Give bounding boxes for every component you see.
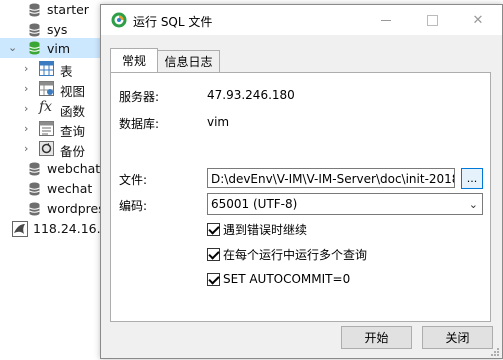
tree-item-backups[interactable]: › 备份 [0,139,110,159]
option-label: 遇到错误时继续 [223,222,308,237]
tree-item-connection[interactable]: 118.24.16.52 [0,219,117,239]
database-value: vim [207,115,230,129]
tree-item-wechat[interactable]: wechat [0,179,110,199]
tree-item-label: wechat [47,181,93,196]
backup-icon [39,141,54,156]
tree-item-label: 查询 [60,124,86,139]
chevron-right-icon[interactable]: › [24,102,28,115]
tree-item-tables[interactable]: › 表 [0,59,110,79]
dialog-body: 常规 信息日志 服务器: 47.93.246.180 数据库: vim 文件: … [101,35,502,358]
navigator-tree: starter sys ⌄ vim › 表 › 视图 › fx 函数 › 查询 … [0,0,117,359]
tree-item-label: starter [47,2,89,17]
start-button[interactable]: 开始 [341,326,412,349]
tree-item-functions[interactable]: › fx 函数 [0,99,110,119]
resize-grip-icon[interactable] [490,346,500,356]
database-icon [29,23,40,37]
checkbox-checked[interactable] [207,247,220,261]
tree-item-label: 表 [60,64,73,79]
tree-item-views[interactable]: › 视图 [0,79,110,99]
server-value: 47.93.246.180 [207,88,295,102]
tree-item-vim[interactable]: ⌄ vim [0,38,110,58]
database-icon [29,3,40,17]
chevron-right-icon[interactable]: › [24,82,28,95]
view-icon [39,81,54,96]
chevron-right-icon[interactable]: › [24,122,28,135]
function-icon: fx [39,99,53,115]
tab-info-log[interactable]: 信息日志 [157,50,220,72]
tree-item-label: 函数 [60,104,86,119]
database-label: 数据库: [119,117,160,131]
tree-item-starter[interactable]: starter [0,0,110,20]
mysql-connection-icon [12,221,28,237]
checkbox-checked[interactable] [207,272,220,286]
option-continue-on-error[interactable]: 遇到错误时继续 [207,221,307,237]
table-icon [39,61,54,76]
option-label: SET AUTOCOMMIT=0 [223,272,351,286]
run-sql-file-dialog: 运行 SQL 文件 ✕ 常规 信息日志 服务器: 47.93.246.180 数… [100,4,503,359]
chevron-down-icon: ⌄ [468,198,478,211]
query-icon [39,121,54,136]
tab-general[interactable]: 常规 [110,48,158,72]
option-multiple-queries[interactable]: 在每个运行中运行多个查询 [207,246,367,262]
encoding-label: 编码: [119,199,148,213]
minimize-icon [381,19,391,21]
file-label: 文件: [119,173,148,187]
option-autocommit[interactable]: SET AUTOCOMMIT=0 [207,271,350,287]
tree-item-wordpress[interactable]: wordpress [0,199,111,219]
tree-item-queries[interactable]: › 查询 [0,119,110,139]
general-panel: 服务器: 47.93.246.180 数据库: vim 文件: D:\devEn… [110,72,491,322]
maximize-icon [426,14,438,26]
chevron-right-icon[interactable]: › [24,62,28,75]
option-label: 在每个运行中运行多个查询 [223,247,368,262]
database-icon [29,182,40,196]
tree-item-label: sys [47,22,68,37]
navicat-app-icon [111,12,127,28]
encoding-select[interactable]: 65001 (UTF-8) ⌄ [207,193,483,215]
checkbox-checked[interactable] [207,222,220,236]
file-path-field[interactable]: D:\devEnv\V-IM\V-IM-Server\doc\init-2018 [207,168,455,188]
maximize-button[interactable] [409,5,455,35]
encoding-selected-value: 65001 (UTF-8) [211,197,298,211]
browse-button[interactable]: ... [461,168,483,189]
tree-item-label: 视图 [60,84,86,99]
chevron-right-icon[interactable]: › [24,142,28,155]
database-open-icon [29,41,40,55]
tree-item-sys[interactable]: sys [0,20,110,40]
dialog-titlebar[interactable]: 运行 SQL 文件 ✕ [101,5,502,35]
minimize-button[interactable] [363,5,409,35]
close-button[interactable]: 关闭 [422,326,493,349]
server-label: 服务器: [119,90,160,104]
tree-item-label: vim [47,41,71,56]
chevron-down-icon[interactable]: ⌄ [8,41,17,54]
close-window-button[interactable]: ✕ [455,5,501,35]
tree-item-label: webchat [47,161,101,176]
database-icon [29,202,40,216]
tree-item-webchat[interactable]: webchat [0,159,110,179]
database-icon [29,162,40,176]
close-icon: ✕ [472,12,484,28]
tree-item-label: 备份 [60,144,86,159]
dialog-title: 运行 SQL 文件 [133,15,213,29]
